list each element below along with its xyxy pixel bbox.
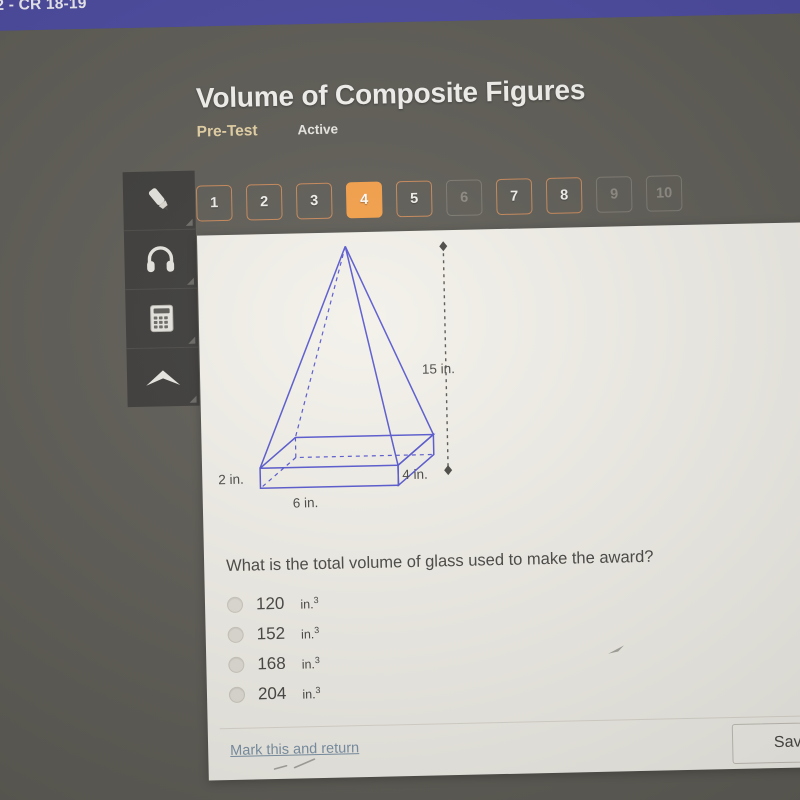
- radio-button[interactable]: [227, 626, 244, 644]
- question-nav-button-3[interactable]: 3: [295, 182, 333, 220]
- answer-choice-unit: in.3: [300, 595, 319, 612]
- chevron-up-icon: [143, 362, 184, 393]
- question-nav-button-10: 10: [645, 175, 683, 212]
- label-prism-height: 2 in.: [218, 472, 244, 488]
- question-nav-button-9: 9: [595, 176, 633, 213]
- unit-text: in.: [300, 597, 314, 612]
- unit-exponent: 3: [315, 684, 321, 696]
- question-nav-button-1[interactable]: 1: [195, 184, 233, 222]
- answer-choices[interactable]: 120 in.3 152 in.3 168 in.3 204 in.3: [226, 588, 321, 710]
- tool-rail[interactable]: [122, 170, 200, 408]
- answer-choice[interactable]: 204 in.3: [228, 678, 321, 710]
- answer-choice-unit: in.3: [301, 625, 320, 642]
- status-badge: Active: [297, 121, 339, 138]
- pen-artifact: [273, 758, 316, 770]
- footer-divider: [219, 713, 800, 730]
- label-total-height: 15 in.: [422, 361, 455, 377]
- pen-artifact-2: [608, 645, 625, 654]
- radio-button[interactable]: [228, 656, 245, 674]
- question-nav-button-4[interactable]: 4: [345, 181, 383, 219]
- unit-text: in.: [302, 687, 316, 702]
- assignment-type-label: Pre-Test: [196, 122, 258, 141]
- question-nav-button-7[interactable]: 7: [495, 178, 533, 216]
- save-button[interactable]: Save: [731, 721, 800, 765]
- radio-button[interactable]: [228, 686, 246, 704]
- answer-choice-value: 168: [257, 653, 286, 674]
- question-prompt: What is the total volume of glass used t…: [225, 547, 654, 576]
- calculator-icon: [145, 301, 178, 336]
- answer-choice-value: 120: [255, 593, 285, 614]
- screenshot-stage: S2 - CR 18-19 Volume of Composite Figure…: [0, 0, 800, 800]
- unit-exponent: 3: [314, 654, 320, 666]
- composite-figure: 2 in. 6 in. 4 in. 15 in.: [197, 230, 533, 527]
- audio-tool[interactable]: [123, 229, 198, 291]
- answer-choice-unit: in.3: [302, 655, 321, 672]
- course-title: S2 - CR 18-19: [0, 0, 87, 15]
- unit-exponent: 3: [313, 594, 319, 606]
- mark-this-and-return-link[interactable]: Mark this and return: [230, 740, 359, 759]
- answer-choice[interactable]: 152 in.3: [227, 618, 319, 650]
- highlighter-tool[interactable]: [122, 170, 196, 232]
- answer-choice-value: 204: [257, 683, 287, 704]
- calculator-tool[interactable]: [125, 288, 199, 350]
- answer-choice-unit: in.3: [302, 685, 321, 702]
- question-nav-button-2[interactable]: 2: [245, 183, 283, 221]
- label-prism-width: 6 in.: [293, 495, 319, 511]
- highlighter-icon: [142, 183, 177, 218]
- assignment-heading: Volume of Composite Figures Pre-Test Act…: [196, 71, 717, 141]
- unit-exponent: 3: [314, 624, 320, 636]
- question-card: 2 in. 6 in. 4 in. 15 in. What is the tot…: [196, 220, 800, 781]
- answer-choice[interactable]: 168 in.3: [228, 648, 320, 680]
- label-prism-depth: 4 in.: [402, 467, 428, 483]
- answer-choice-value: 152: [256, 623, 286, 644]
- radio-button[interactable]: [226, 596, 244, 614]
- question-nav-button-6: 6: [445, 179, 483, 217]
- question-nav-button-8[interactable]: 8: [545, 177, 583, 214]
- headphones-icon: [143, 242, 178, 277]
- question-nav-button-5[interactable]: 5: [395, 180, 433, 218]
- unit-text: in.: [301, 657, 316, 672]
- collapse-tool[interactable]: [126, 347, 200, 408]
- screen-content: S2 - CR 18-19 Volume of Composite Figure…: [0, 0, 800, 800]
- answer-choice[interactable]: 120 in.3: [226, 588, 319, 620]
- unit-text: in.: [300, 627, 315, 642]
